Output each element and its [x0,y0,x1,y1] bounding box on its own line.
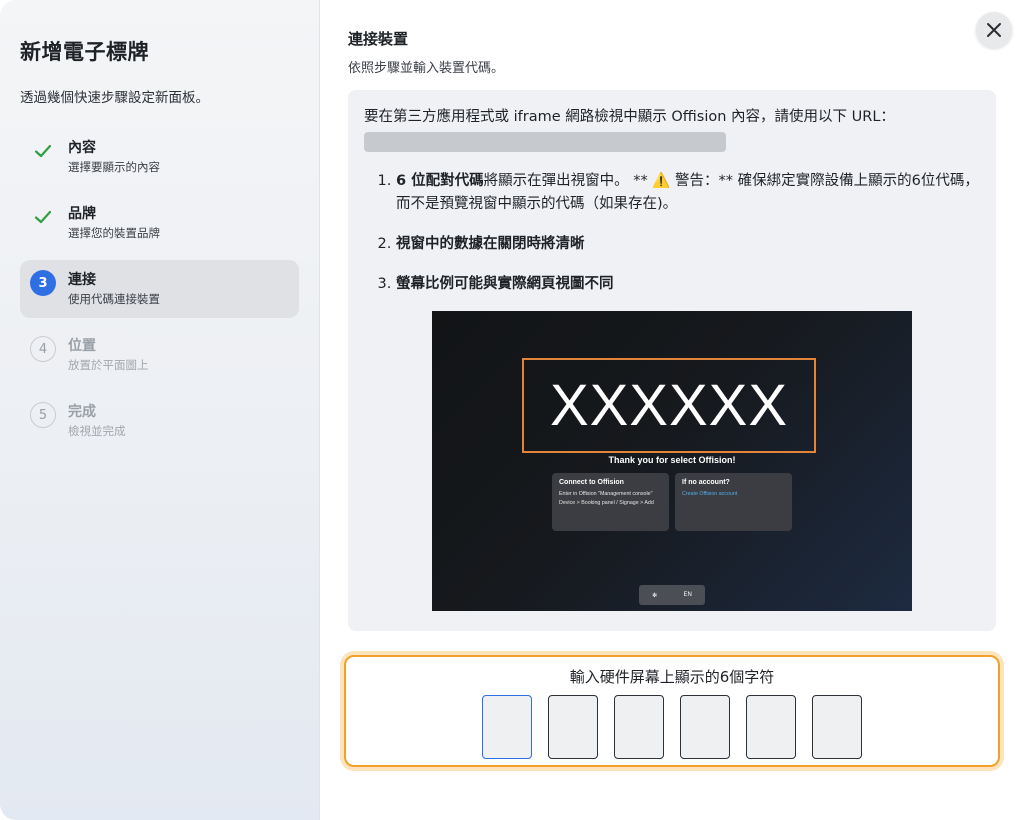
step-brand[interactable]: 品牌 選擇您的裝置品牌 [20,194,299,252]
sidebar-subtitle: 透過幾個快速步驟設定新面板。 [20,90,209,106]
step-label: 連接 [68,272,96,288]
url-instruction: 要在第三方應用程式或 iframe 網路檢視中顯示 Offision 內容，請使… [364,109,895,125]
notes-list: 6 位配對代碼將顯示在彈出視窗中。 ** ⚠️ 警告：** 確保綁定實際設備上顯… [364,170,980,296]
code-digit-1[interactable] [482,695,532,759]
list-item: 螢幕比例可能與實際網頁視圖不同 [396,273,980,296]
language-label: EN [683,592,692,598]
step-location: 4 位置 放置於平面圖上 [20,326,299,384]
list-item: 6 位配對代碼將顯示在彈出視窗中。 ** ⚠️ 警告：** 確保綁定實際設備上顯… [396,170,980,216]
step-content[interactable]: 內容 選擇要顯示的內容 [20,128,299,186]
step-description: 使用代碼連接裝置 [68,292,160,306]
preview-account-card: If no account? Create Offision account [675,473,792,531]
list-item: 視窗中的數據在關閉時將清晰 [396,233,980,256]
preview-thanks: Thank you for select Offision! [608,455,736,465]
settings-icon: ✻ [652,592,658,599]
step-label: 位置 [68,338,96,354]
wizard-sidebar: 新增電子標牌 透過幾個快速步驟設定新面板。 內容 選擇要顯示的內容 品牌 選擇您… [0,0,320,820]
step-number-badge: 3 [30,270,56,296]
step-label: 品牌 [68,206,96,222]
preview-connect-card: Connect to Offision Enter in Offision "M… [552,473,669,531]
add-signage-modal: 新增電子標牌 透過幾個快速步驟設定新面板。 內容 選擇要顯示的內容 品牌 選擇您… [0,0,1024,820]
check-icon [30,138,56,164]
step-description: 檢視並完成 [68,424,126,438]
preview-code: XXXXXX [522,358,816,453]
code-entry-box: 輸入硬件屏幕上顯示的6個字符 [344,655,1000,767]
preview-bottom-bar: ✻ EN [639,585,705,605]
step-description: 選擇要顯示的內容 [68,160,160,174]
page-title: 連接裝置 [348,30,409,48]
code-digit-5[interactable] [746,695,796,759]
step-description: 選擇您的裝置品牌 [68,226,160,240]
step-label: 完成 [68,404,96,420]
code-digit-6[interactable] [812,695,862,759]
instructions-box: 要在第三方應用程式或 iframe 網路檢視中顯示 Offision 內容，請使… [348,90,996,631]
page-subtitle: 依照步驟並輸入裝置代碼。 [348,61,505,76]
step-description: 放置於平面圖上 [68,358,149,372]
code-inputs [346,695,998,759]
check-icon [30,204,56,230]
device-preview-image: XXXXXX Thank you for select Offision! Co… [432,311,912,611]
code-digit-3[interactable] [614,695,664,759]
code-digit-2[interactable] [548,695,598,759]
step-number-badge: 5 [30,402,56,428]
step-list: 內容 選擇要顯示的內容 品牌 選擇您的裝置品牌 3 連接 使用代碼連接裝置 4 … [20,128,299,450]
url-placeholder[interactable] [364,132,726,152]
step-connect[interactable]: 3 連接 使用代碼連接裝置 [20,260,299,318]
step-finish: 5 完成 檢視並完成 [20,392,299,450]
code-entry-label: 輸入硬件屏幕上顯示的6個字符 [569,668,775,686]
sidebar-title: 新增電子標牌 [20,40,149,64]
step-label: 內容 [68,140,96,156]
main-panel: 連接裝置 依照步驟並輸入裝置代碼。 要在第三方應用程式或 iframe 網路檢視… [320,0,1024,820]
step-number-badge: 4 [30,336,56,362]
code-digit-4[interactable] [680,695,730,759]
close-button[interactable] [976,12,1012,48]
close-icon [987,23,1001,37]
